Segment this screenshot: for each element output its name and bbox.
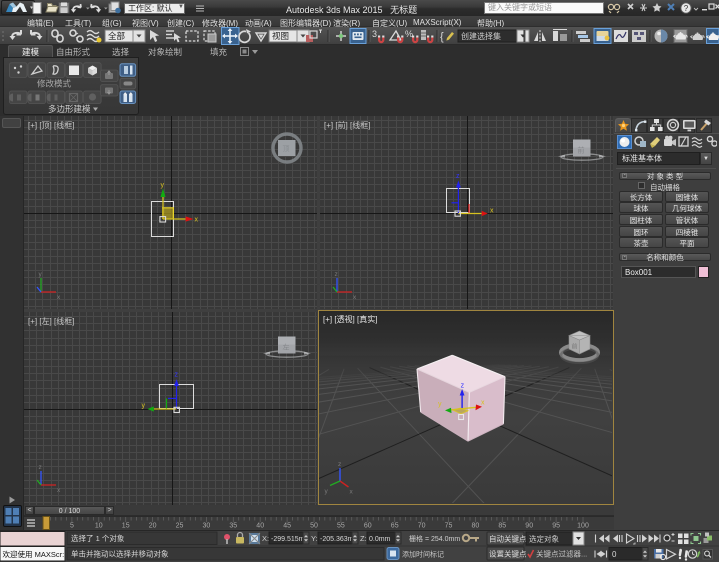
svg-text:z: z (335, 271, 338, 278)
svg-text:60: 60 (364, 523, 372, 530)
svg-text:y: y (142, 403, 146, 410)
svg-text:前: 前 (578, 146, 585, 155)
svg-text:选择了 1 个对象: 选择了 1 个对象 (71, 533, 125, 543)
svg-text:左: 左 (283, 343, 290, 352)
svg-text:50: 50 (310, 523, 318, 530)
svg-text:100: 100 (577, 523, 589, 530)
svg-text:添加时间标记: 添加时间标记 (402, 550, 444, 559)
svg-text:Z:: Z: (360, 534, 367, 543)
svg-text:3: 3 (372, 29, 377, 39)
svg-text:20: 20 (149, 523, 157, 530)
svg-text:5: 5 (70, 523, 74, 530)
svg-text:10: 10 (95, 523, 103, 530)
svg-text:x: x (350, 489, 354, 496)
svg-text:修改模式: 修改模式 (37, 79, 72, 89)
svg-text:-205.363m: -205.363m (320, 536, 354, 543)
svg-text:55: 55 (337, 523, 345, 530)
svg-text:-299.515m: -299.515m (271, 536, 305, 543)
svg-text:30: 30 (203, 523, 211, 530)
svg-text:75: 75 (445, 523, 453, 530)
svg-text:70: 70 (418, 523, 426, 530)
svg-text:%: % (405, 29, 413, 39)
svg-text:视图: 视图 (272, 31, 289, 41)
svg-text:关键点过滤器...: 关键点过滤器... (536, 549, 587, 559)
svg-text:x: x (195, 217, 199, 224)
svg-text:z: z (39, 464, 42, 471)
svg-text:90: 90 (525, 523, 533, 530)
svg-text:x: x (481, 400, 485, 407)
svg-text:y: y (438, 401, 442, 408)
svg-text:25: 25 (176, 523, 184, 530)
svg-text:y: y (325, 488, 329, 495)
svg-text:40: 40 (256, 523, 264, 530)
svg-text:z: z (175, 372, 179, 379)
svg-text:x: x (57, 487, 61, 494)
svg-text:全部: 全部 (108, 31, 126, 41)
svg-text:35: 35 (229, 523, 237, 530)
svg-text:z: z (461, 383, 465, 390)
svg-text:选定对象: 选定对象 (529, 534, 559, 544)
svg-text:X:: X: (262, 534, 269, 543)
svg-text:?: ? (684, 4, 689, 13)
svg-text:y: y (161, 182, 165, 189)
svg-text:自动关键点: 自动关键点 (489, 534, 527, 544)
svg-text:多边形建模: 多边形建模 (48, 104, 91, 114)
svg-text:单击并拖动以选择并移动对象: 单击并拖动以选择并移动对象 (71, 549, 169, 559)
svg-text:z: z (456, 173, 460, 180)
svg-text:95: 95 (552, 523, 560, 530)
svg-text:x: x (353, 294, 357, 301)
svg-text:栅格 = 254.0mm: 栅格 = 254.0mm (409, 534, 460, 543)
svg-text:创建选择集: 创建选择集 (461, 31, 501, 41)
svg-text:85: 85 (498, 523, 506, 530)
svg-text:顶: 顶 (283, 145, 290, 153)
svg-text:欢迎使用 MAXScr:: 欢迎使用 MAXScr: (3, 549, 65, 559)
svg-text:x: x (57, 294, 61, 301)
svg-text:15: 15 (122, 523, 130, 530)
svg-text:z: z (338, 461, 341, 468)
svg-text:65: 65 (391, 523, 399, 530)
svg-text:0.0mm: 0.0mm (369, 536, 391, 543)
svg-text:0: 0 (612, 550, 617, 559)
svg-text:x: x (490, 208, 494, 215)
svg-text:80: 80 (472, 523, 480, 530)
svg-text:{: { (440, 31, 444, 43)
svg-text:设置关键点: 设置关键点 (489, 549, 527, 559)
svg-text:y: y (39, 271, 43, 278)
svg-text:前: 前 (572, 343, 578, 351)
svg-text:Y:: Y: (311, 534, 318, 543)
svg-text:45: 45 (283, 523, 291, 530)
